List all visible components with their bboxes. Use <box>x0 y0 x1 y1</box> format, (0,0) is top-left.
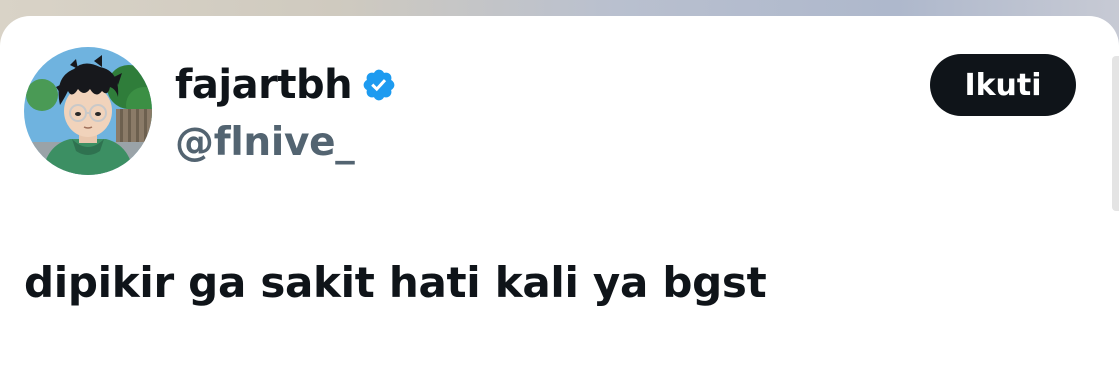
follow-button[interactable]: Ikuti <box>930 54 1076 116</box>
user-handle[interactable]: @flnive_ <box>175 118 355 168</box>
tweet-card: fajartbh @flnive_ Ikuti dipikir ga sakit… <box>0 16 1119 373</box>
avatar-image <box>24 47 152 175</box>
tweet-text: dipikir ga sakit hati kali ya bgst <box>24 258 767 307</box>
avatar[interactable] <box>24 47 152 175</box>
name-row: fajartbh <box>175 60 397 110</box>
verified-badge-icon <box>361 67 397 103</box>
scrollbar[interactable] <box>1112 56 1119 211</box>
display-name[interactable]: fajartbh <box>175 60 353 110</box>
